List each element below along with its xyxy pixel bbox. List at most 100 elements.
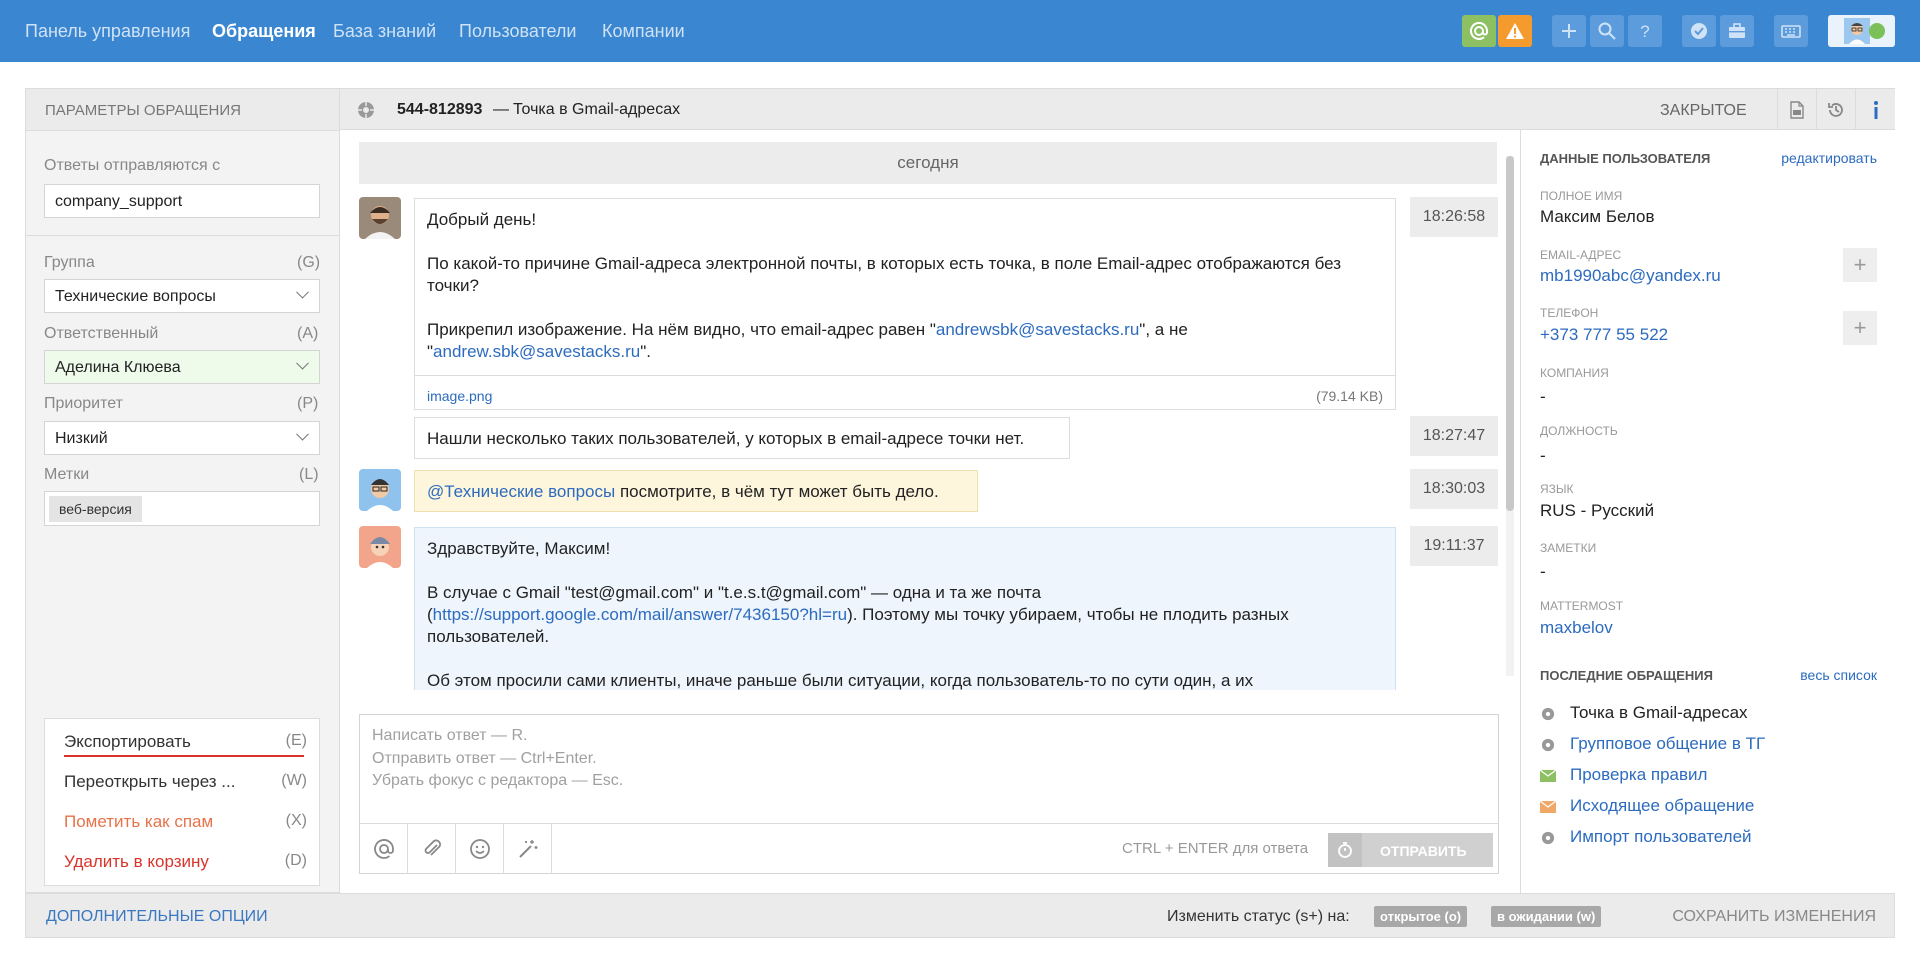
chat-scrollbar[interactable] [1506,156,1514,676]
ticket-id: 544-812893 [397,101,483,118]
message-text: Здравствуйте, Максим! [427,539,611,558]
warning-icon[interactable] [1498,15,1532,47]
notes-value: - [1540,562,1546,581]
save-changes-button[interactable]: СОХРАНИТЬ ИЗМЕНЕНИЯ [1672,908,1876,926]
position-key: ДОЛЖНОСТЬ [1540,424,1618,438]
mattermost-value[interactable]: maxbelov [1540,618,1613,638]
all-tickets-link[interactable]: весь список [1800,667,1877,683]
tags-input[interactable]: веб-версия [44,491,320,526]
emoji-button[interactable] [456,824,504,874]
avatar [359,469,401,511]
message-text: ". [640,342,651,361]
phone-value[interactable]: +373 777 55 522 [1540,325,1668,345]
tags-label: Метки [44,466,90,483]
ticket-icon [1541,738,1555,752]
search-icon[interactable] [1590,15,1624,47]
nav-knowledge-base[interactable]: База знаний [333,21,436,42]
plus-icon: + [1853,315,1867,340]
sender-label: Ответы отправляются с [44,157,221,174]
priority-label: Приоритет [44,395,123,412]
nav-users[interactable]: Пользователи [459,21,576,42]
magic-button[interactable] [504,824,552,874]
placeholder-line: Написать ответ — R. [372,727,528,744]
pdf-icon [1789,101,1804,119]
attach-button[interactable] [408,824,456,874]
params-header: ПАРАМЕТРЫ ОБРАЩЕНИЯ [26,89,339,131]
message-text: В случае с Gmail "test@gmail.com" и "t.e… [427,582,1383,648]
sender-field[interactable]: company_support [44,184,320,218]
priority-select[interactable]: Низкий [44,421,320,455]
online-status-dot [1869,23,1885,39]
extra-options-link[interactable]: ДОПОЛНИТЕЛЬНЫЕ ОПЦИИ [46,908,268,926]
history-button[interactable] [1816,89,1854,131]
pdf-export-button[interactable] [1777,89,1815,131]
send-button[interactable]: ОТПРАВИТЬ [1328,833,1493,867]
position-value: - [1540,446,1546,465]
email-value[interactable]: mb1990abc@yandex.ru [1540,266,1721,286]
mention-button[interactable] [360,824,408,874]
edit-user-link[interactable]: редактировать [1781,150,1877,166]
chevron-down-icon [296,356,309,370]
group-value: Технические вопросы [55,288,216,305]
message-time: 18:26:58 [1410,197,1498,237]
attachment-link[interactable]: image.png [427,388,492,404]
ticket-icon [358,102,374,118]
assignee-select[interactable]: Аделина Клюева [44,350,320,384]
ticket-icon [1541,831,1555,845]
export-action[interactable]: Экспортировать [64,732,191,752]
send-label: ОТПРАВИТЬ [1380,843,1467,859]
status-open-button[interactable]: открытое (o) [1374,906,1468,927]
message-text: Добрый день! [427,210,537,229]
timer-icon[interactable] [1328,833,1362,867]
mention-link[interactable]: @Технические вопросы [427,482,615,501]
nav-tickets[interactable]: Обращения [212,21,316,42]
delete-action[interactable]: Удалить в корзину [64,852,209,872]
message-text: Об этом просили сами клиенты, иначе рань… [427,671,1254,690]
checkmark-icon[interactable] [1682,15,1716,47]
help-icon[interactable]: ? [1628,15,1662,47]
recent-ticket-label: Точка в Gmail-адресах [1570,703,1748,722]
group-select[interactable]: Технические вопросы [44,279,320,313]
email-link[interactable]: andrewsbk@savestacks.ru [936,320,1139,339]
add-phone-button[interactable]: + [1843,311,1877,345]
ticket-dash: — [493,101,509,118]
keyboard-icon[interactable] [1774,15,1808,47]
reopen-action[interactable]: Переоткрыть через ... [64,772,235,792]
message-text: По какой-то причине Gmail-адреса электро… [427,254,1342,295]
plus-icon: + [1853,252,1867,277]
tag-chip[interactable]: веб-версия [49,496,142,522]
add-icon[interactable] [1552,15,1586,47]
svg-text:?: ? [1640,22,1649,41]
change-status-label: Изменить статус (s+) на: [1167,908,1350,925]
avatar [1843,18,1870,44]
support-link[interactable]: https://support.google.com/mail/answer/7… [433,605,847,624]
ticket-actions-menu: Экспортировать (E) Переоткрыть через ...… [44,718,320,886]
mark-spam-action[interactable]: Пометить как спам [64,812,213,832]
mattermost-key: MATTERMOST [1540,599,1624,613]
message-bubble: Нашли несколько таких пользователей, у к… [414,417,1070,459]
nav-dashboard[interactable]: Панель управления [25,21,190,42]
mentions-icon[interactable] [1462,15,1496,47]
scrollbar-thumb[interactable] [1506,156,1514,511]
recent-tickets-title: ПОСЛЕДНИЕ ОБРАЩЕНИЯ [1540,668,1713,683]
assignee-label: Ответственный [44,325,159,342]
recent-ticket-label: Проверка правил [1570,765,1708,784]
ticket-title: Точка в Gmail-адресах [513,101,681,118]
add-email-button[interactable]: + [1843,248,1877,282]
info-button[interactable] [1855,89,1895,131]
chevron-down-icon [296,427,309,441]
reply-editor[interactable]: Написать ответ — R. Отправить ответ — Ct… [359,714,1499,874]
nav-companies[interactable]: Компании [602,21,685,42]
status-waiting-button[interactable]: в ожидании (w) [1491,906,1602,927]
phone-key: ТЕЛЕФОН [1540,306,1599,320]
message-text: Прикрепил изображение. На нём видно, что… [427,320,936,339]
fullname-value: Максим Белов [1540,207,1655,226]
company-value: - [1540,387,1546,406]
sender-value: company_support [55,193,183,210]
profile-button[interactable] [1828,15,1895,47]
avatar [359,197,401,239]
message-text: посмотрите, в чём тут может быть дело. [615,482,939,501]
email-link[interactable]: andrew.sbk@savestacks.ru [433,342,640,361]
delete-hotkey: (D) [284,852,307,869]
briefcase-icon[interactable] [1720,15,1754,47]
